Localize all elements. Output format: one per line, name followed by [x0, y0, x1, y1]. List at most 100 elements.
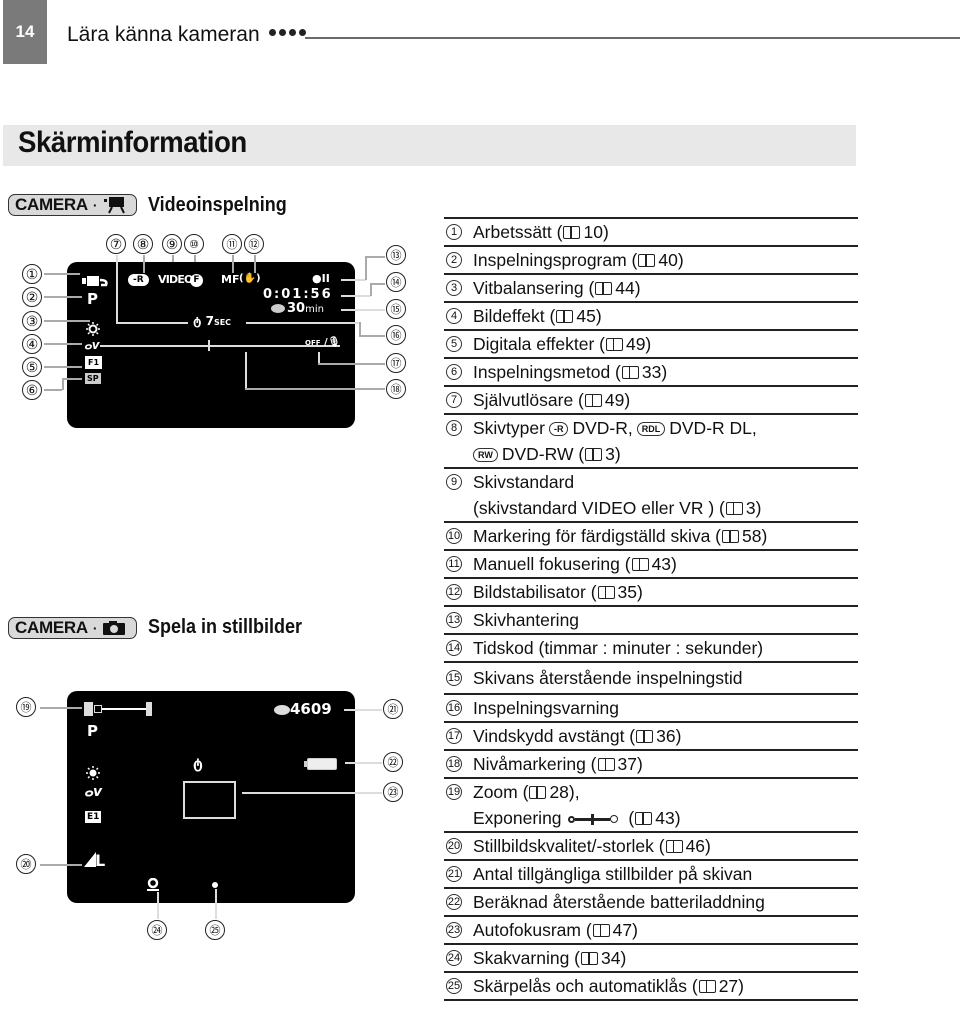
wind-screen-off-indicator: OFF /🎙 — [305, 337, 341, 348]
leader-line-13-h — [341, 279, 366, 281]
leader-line-21 — [344, 709, 382, 711]
callout-4: ④ — [22, 334, 42, 354]
legend-number: 6 — [446, 364, 462, 380]
legend-number: 4 — [446, 308, 462, 324]
remaining-time-unit: min — [305, 304, 324, 315]
callout-12: ⑫ — [244, 234, 264, 254]
finalize-mark-indicator: F — [190, 274, 203, 287]
legend-number: 25 — [446, 978, 462, 994]
page-reference[interactable]: 49) — [605, 390, 630, 410]
disc-rdl-icon: RDL — [636, 422, 666, 436]
leader-line-18-h — [245, 388, 385, 390]
callout-15: ⑮ — [386, 299, 406, 319]
remaining-time-value: 30min — [287, 301, 324, 316]
program-indicator: P — [87, 290, 98, 308]
callout-23: ㉓ — [383, 782, 403, 802]
callout-1: ① — [22, 264, 42, 284]
callout-11: ⑪ — [222, 234, 242, 254]
legend-text: Vitbalansering ( — [473, 278, 595, 298]
page-reference[interactable]: 45) — [576, 306, 601, 326]
legend-item: 1 Arbetssätt (10) — [444, 217, 858, 245]
callout-19: ⑲ — [16, 697, 36, 717]
legend-text: Antal tillgängliga stillbilder på skivan — [473, 864, 753, 884]
leader-line-4 — [44, 343, 82, 345]
page-reference[interactable]: 36) — [656, 726, 681, 746]
legend-item: 13 Skivhantering — [444, 605, 858, 633]
legend-text: Nivåmarkering ( — [473, 754, 597, 774]
program-indicator: P — [87, 722, 98, 740]
self-timer-unit: SEC — [213, 318, 232, 327]
page-reference[interactable]: 46) — [686, 836, 711, 856]
self-timer-icon: ტ — [193, 756, 203, 772]
page-reference[interactable]: 35) — [618, 582, 643, 602]
page-reference[interactable]: 28), — [549, 782, 579, 802]
callout-25: ㉕ — [205, 920, 225, 940]
book-icon — [638, 254, 656, 267]
legend-text: Digitala effekter ( — [473, 334, 605, 354]
legend-text: Inspelningsvarning — [473, 698, 619, 718]
callout-10: ⑩ — [184, 234, 204, 254]
page-reference[interactable]: 44) — [615, 278, 640, 298]
callout-2: ② — [22, 287, 42, 307]
self-timer-icon: ტ — [193, 314, 206, 328]
book-icon — [631, 558, 649, 571]
level-marker-center-tick — [208, 340, 210, 351]
callout-5: ⑤ — [22, 357, 42, 377]
legend-number: 16 — [446, 700, 462, 716]
legend-item: 3 Vitbalansering (44) — [444, 273, 858, 301]
page-number: 14 — [3, 0, 47, 64]
callout-24: ㉔ — [147, 920, 167, 940]
mode-badge-label: CAMERA — [15, 195, 88, 214]
page-reference[interactable]: 40) — [658, 250, 683, 270]
legend-text: Exponering — [473, 808, 562, 828]
page-reference[interactable]: 37) — [618, 754, 643, 774]
leader-line-8 — [143, 255, 145, 273]
leader-line-5 — [44, 366, 82, 368]
legend-number: 18 — [446, 756, 462, 772]
book-icon — [597, 586, 615, 599]
book-icon — [725, 502, 743, 515]
book-icon — [585, 448, 603, 461]
self-timer-seconds: 7 — [205, 314, 214, 328]
page-reference[interactable]: 43) — [652, 554, 677, 574]
digital-effect-indicator: E1 — [85, 811, 102, 823]
page-reference[interactable]: 49) — [626, 334, 651, 354]
page-reference[interactable]: 33) — [642, 362, 667, 382]
page-reference[interactable]: 47) — [613, 920, 638, 940]
page-reference[interactable]: 58) — [742, 526, 767, 546]
callout-9: ⑨ — [162, 234, 182, 254]
book-icon — [529, 786, 547, 799]
self-timer-indicator: ტ 7SEC — [193, 314, 231, 328]
disc-standard-indicator: VIDEO — [158, 273, 193, 286]
book-icon — [722, 530, 739, 543]
callout-20: ⑳ — [16, 854, 36, 874]
book-icon — [581, 952, 598, 965]
page-reference[interactable]: 3) — [746, 498, 762, 518]
zoom-wide-icon — [84, 702, 93, 716]
legend-item: 8 Skivtyper -R DVD-R, RDL DVD-R DL, RW DVD-RW … — [444, 413, 858, 467]
legend-text: Arbetssätt ( — [473, 222, 563, 242]
movie-camera-icon — [104, 197, 126, 214]
book-icon — [605, 338, 623, 351]
recording-mode-indicator: SP — [85, 373, 101, 384]
legend-item: 21 Antal tillgängliga stillbilder på skiv… — [444, 859, 858, 887]
callout-22: ㉒ — [383, 752, 403, 772]
leader-line-12 — [254, 255, 256, 273]
level-marker-line — [100, 345, 340, 347]
page-reference[interactable]: 27) — [719, 976, 744, 996]
leader-line-20 — [40, 864, 82, 866]
book-icon — [563, 226, 581, 239]
legend-text: Skivhantering — [473, 610, 580, 630]
legend-item: 22 Beräknad återstående batteriladdning — [444, 887, 858, 915]
page-reference[interactable]: 34) — [601, 948, 626, 968]
legend-text: Beräknad återstående batteriladdning — [473, 892, 765, 912]
callout-14: ⑭ — [386, 272, 406, 292]
legend-text: Inspelningsmetod ( — [473, 362, 621, 382]
leader-line-6 — [44, 389, 62, 391]
page-reference[interactable]: 10) — [583, 222, 608, 242]
legend-item: 19 Zoom (28), Exponering (43) — [444, 777, 858, 831]
page-reference[interactable]: 43) — [655, 808, 680, 828]
book-icon — [556, 310, 574, 323]
page-reference[interactable]: 3) — [605, 444, 621, 464]
legend-text: Skärpelås och automatiklås ( — [473, 976, 698, 996]
